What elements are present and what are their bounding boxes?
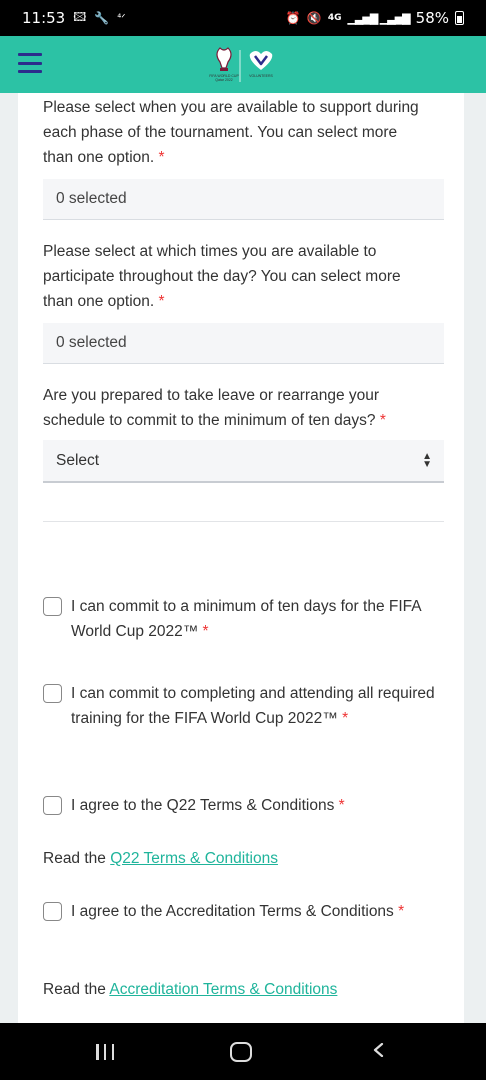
check-text: I can commit to completing and attending…	[71, 685, 435, 727]
check-label-q22-terms: I agree to the Q22 Terms & Conditions *	[71, 793, 443, 818]
check-text: I agree to the Accreditation Terms & Con…	[71, 903, 394, 920]
checkbox-training[interactable]	[43, 684, 62, 703]
required-asterisk: *	[158, 149, 165, 166]
svg-text:Qatar 2022: Qatar 2022	[215, 78, 233, 82]
required-asterisk: *	[379, 412, 386, 429]
system-nav-bar	[0, 1023, 486, 1080]
section-divider	[43, 521, 444, 522]
battery-percent: 58%	[415, 9, 449, 27]
check-row-ten-days[interactable]: I can commit to a minimum of ten days fo…	[43, 594, 443, 644]
read-q22-line: Read the Q22 Terms & Conditions	[43, 850, 278, 868]
read-accreditation-line: Read the Accreditation Terms & Condition…	[43, 981, 337, 999]
check-row-accreditation-terms[interactable]: I agree to the Accreditation Terms & Con…	[43, 899, 443, 924]
image-icon: 🖾	[73, 9, 87, 24]
hamburger-menu-icon[interactable]	[18, 53, 42, 73]
wrench-icon: 🔧	[94, 11, 110, 25]
check-label-accreditation-terms: I agree to the Accreditation Terms & Con…	[71, 899, 443, 924]
alarm-icon: ⏰	[285, 11, 301, 25]
question-phases-label: Please select when you are available to …	[43, 99, 419, 166]
phases-multiselect[interactable]: 0 selected	[43, 179, 444, 220]
home-icon[interactable]	[230, 1042, 252, 1062]
status-bar: 11:53 🖾 🔧 ⁴ᐟ ⏰ 🔇 4G ▁▃▅▇ ▁▃▅▇ 58%	[0, 0, 486, 36]
network-type: 4G	[327, 13, 342, 23]
check-label-ten-days: I can commit to a minimum of ten days fo…	[71, 594, 443, 644]
required-asterisk: *	[158, 293, 165, 310]
required-asterisk: *	[202, 623, 209, 640]
chevron-up-down-icon: ▲ ▼	[422, 450, 432, 470]
leave-select[interactable]: Select ▲ ▼	[43, 440, 444, 483]
check-row-q22-terms[interactable]: I agree to the Q22 Terms & Conditions *	[43, 793, 443, 818]
accreditation-terms-link[interactable]: Accreditation Terms & Conditions	[109, 981, 337, 998]
required-asterisk: *	[338, 797, 345, 814]
question-times: Please select at which times you are ava…	[43, 239, 423, 314]
check-text: I agree to the Q22 Terms & Conditions	[71, 797, 335, 814]
read-prefix: Read the	[43, 981, 106, 998]
times-selected-count: 0 selected	[56, 334, 127, 351]
check-row-training[interactable]: I can commit to completing and attending…	[43, 681, 443, 731]
times-multiselect[interactable]: 0 selected	[43, 323, 444, 364]
app-header: FIFA WORLD CUP Qatar 2022 VOLUNTEERS	[0, 36, 486, 93]
checkbox-q22-terms[interactable]	[43, 796, 62, 815]
leave-select-value: Select	[56, 451, 100, 469]
question-leave-label: Are you prepared to take leave or rearra…	[43, 387, 380, 429]
signal-small-icon: ⁴ᐟ	[117, 12, 126, 24]
mute-icon: 🔇	[306, 11, 322, 25]
question-leave: Are you prepared to take leave or rearra…	[43, 383, 438, 433]
phases-selected-count: 0 selected	[56, 190, 127, 207]
question-times-label: Please select at which times you are ava…	[43, 243, 401, 310]
form-card: Please select when you are available to …	[18, 93, 464, 1023]
question-phases: Please select when you are available to …	[43, 95, 423, 170]
checkbox-accreditation-terms[interactable]	[43, 902, 62, 921]
signal-bars-icon: ▁▃▅▇ ▁▃▅▇	[347, 11, 410, 25]
status-time: 11:53	[22, 9, 66, 27]
check-text: I can commit to a minimum of ten days fo…	[71, 598, 421, 640]
fifa-volunteers-logo: FIFA WORLD CUP Qatar 2022 VOLUNTEERS	[209, 47, 274, 82]
check-label-training: I can commit to completing and attending…	[71, 681, 443, 731]
q22-terms-link[interactable]: Q22 Terms & Conditions	[110, 850, 278, 867]
battery-icon	[455, 11, 464, 25]
required-asterisk: *	[398, 903, 405, 920]
recents-icon[interactable]	[96, 1044, 114, 1060]
status-left: 11:53 🖾 🔧 ⁴ᐟ	[22, 8, 126, 29]
svg-text:VOLUNTEERS: VOLUNTEERS	[249, 74, 273, 78]
checkbox-ten-days[interactable]	[43, 597, 62, 616]
status-right: ⏰ 🔇 4G ▁▃▅▇ ▁▃▅▇ 58%	[286, 9, 464, 27]
read-prefix: Read the	[43, 850, 106, 867]
required-asterisk: *	[342, 710, 349, 727]
back-icon[interactable]	[372, 1043, 386, 1057]
